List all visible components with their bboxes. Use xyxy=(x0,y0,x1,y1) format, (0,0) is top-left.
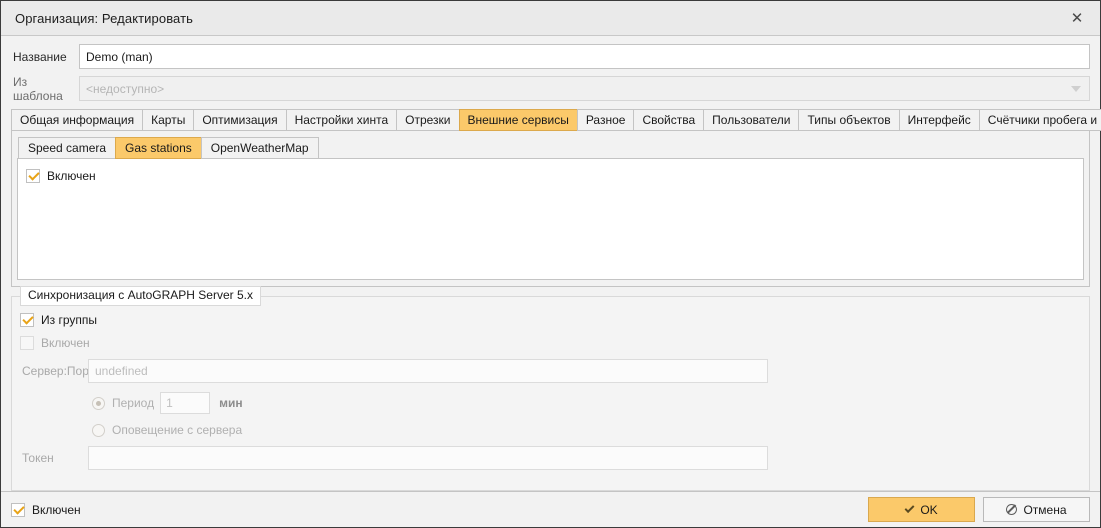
tab-0[interactable]: Общая информация xyxy=(11,109,143,131)
tab-8[interactable]: Пользователи xyxy=(703,109,799,131)
tab-1[interactable]: Карты xyxy=(142,109,194,131)
sync-groupbox-legend: Синхронизация с AutoGRAPH Server 5.x xyxy=(20,286,261,307)
template-value: <недоступно> xyxy=(86,81,165,96)
tab-2[interactable]: Оптимизация xyxy=(193,109,286,131)
chevron-down-icon xyxy=(1071,85,1081,92)
period-unit-label: мин xyxy=(219,396,243,410)
server-port-row: Сервер:Порт xyxy=(20,359,1081,383)
name-row: Название xyxy=(11,44,1090,69)
sub-tabs: Speed camera Gas stations OpenWeatherMap xyxy=(18,137,1084,159)
ok-button-label: OK xyxy=(920,502,938,517)
ok-button[interactable]: OK xyxy=(868,497,975,522)
period-row[interactable]: Период мин xyxy=(20,392,1081,414)
server-port-label: Сервер:Порт xyxy=(22,364,95,378)
subtab-2[interactable]: OpenWeatherMap xyxy=(200,137,319,159)
ban-icon xyxy=(1006,504,1018,515)
period-input[interactable] xyxy=(160,392,211,414)
cancel-button-label: Отмена xyxy=(1023,502,1067,517)
notify-radio[interactable] xyxy=(92,423,105,437)
service-enabled-label: Включен xyxy=(47,169,96,183)
name-label: Название xyxy=(13,49,67,64)
subtab-1[interactable]: Gas stations xyxy=(115,137,201,159)
from-group-label: Из группы xyxy=(41,313,97,327)
check-icon xyxy=(904,503,915,514)
server-port-input[interactable] xyxy=(88,359,768,383)
tab-content-panel: Speed camera Gas stations OpenWeatherMap В… xyxy=(11,130,1090,287)
title-bar: Организация: Редактировать ✕ xyxy=(1,1,1100,36)
template-combobox[interactable]: <недоступно> xyxy=(79,76,1090,101)
period-label: Период xyxy=(112,396,155,410)
tab-11[interactable]: Счётчики пробега и моточасов xyxy=(978,109,1101,131)
subtab-0[interactable]: Speed camera xyxy=(18,137,116,159)
sync-groupbox: Синхронизация с AutoGRAPH Server 5.x Из … xyxy=(11,286,1090,491)
notify-row[interactable]: Оповещение с сервера xyxy=(20,423,1081,437)
sync-enabled-label: Включен xyxy=(41,336,90,350)
from-group-checkbox[interactable] xyxy=(20,313,34,327)
token-label: Токен xyxy=(22,451,54,465)
tab-4[interactable]: Отрезки xyxy=(396,109,459,131)
footer-enabled-checkbox[interactable] xyxy=(11,502,25,517)
sync-enabled-checkbox[interactable] xyxy=(20,336,34,350)
tab-10[interactable]: Интерфейс xyxy=(898,109,979,131)
notify-label: Оповещение с сервера xyxy=(112,423,243,437)
tab-9[interactable]: Типы объектов xyxy=(798,109,899,131)
cancel-button[interactable]: Отмена xyxy=(983,497,1090,522)
tab-6[interactable]: Разное xyxy=(576,109,634,131)
token-row: Токен xyxy=(20,446,1081,470)
window-title: Организация: Редактировать xyxy=(15,10,194,26)
tab-3[interactable]: Настройки хинта xyxy=(285,109,397,131)
footer-enabled-label: Включен xyxy=(32,502,81,517)
sync-enabled-row[interactable]: Включен xyxy=(20,336,1081,350)
from-group-row[interactable]: Из группы xyxy=(20,313,1081,327)
tab-5[interactable]: Внешние сервисы xyxy=(458,109,577,131)
service-enabled-row[interactable]: Включен xyxy=(26,167,1075,185)
token-input[interactable] xyxy=(88,446,768,470)
service-enabled-checkbox[interactable] xyxy=(26,169,40,183)
gas-stations-panel: Включен xyxy=(17,158,1084,280)
template-row: Из шаблона <недоступно> xyxy=(11,74,1090,103)
tab-7[interactable]: Свойства xyxy=(633,109,704,131)
name-input[interactable] xyxy=(79,44,1090,69)
period-radio[interactable] xyxy=(92,396,105,410)
footer-enabled-row[interactable]: Включен xyxy=(11,502,860,517)
form-area: Название Из шаблона <недоступно> xyxy=(1,36,1100,109)
main-tabs: Общая информация Карты Оптимизация Настройк… xyxy=(1,109,1101,131)
template-label: Из шаблона xyxy=(13,74,63,103)
close-icon[interactable]: ✕ xyxy=(1062,5,1092,31)
footer-bar: Включен OK Отмена xyxy=(1,491,1100,527)
dialog-window: Организация: Редактировать ✕ Название Из… xyxy=(0,0,1101,528)
